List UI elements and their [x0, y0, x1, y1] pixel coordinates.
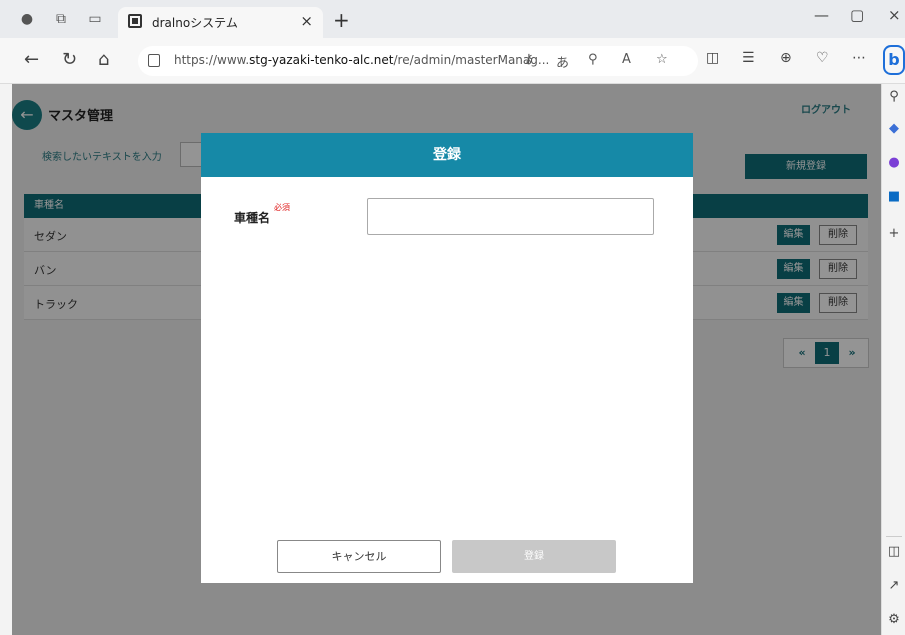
- tab-title: dralnoシステム: [152, 16, 238, 30]
- required-badge: 必須: [274, 203, 290, 212]
- favicon-icon: [128, 14, 142, 28]
- browser-tab-bar: ● ⧉ ▭ dralnoシステム × + — ▢ ×: [0, 0, 905, 38]
- tools-icon[interactable]: ●: [886, 155, 902, 171]
- url-bar[interactable]: https://www.stg-yazaki-tenko-alc.net/re/…: [138, 46, 698, 76]
- cancel-button[interactable]: キャンセル: [277, 540, 441, 573]
- zoom-icon[interactable]: ⚲: [588, 52, 598, 67]
- register-submit-button[interactable]: 登録: [452, 540, 616, 573]
- favorites-icon[interactable]: ☰: [742, 50, 755, 66]
- browser-essentials-icon[interactable]: ♡: [816, 50, 829, 66]
- address-toolbar: ← ↻ ⌂ https://www.stg-yazaki-tenko-alc.n…: [0, 38, 905, 84]
- back-arrow-icon[interactable]: ←: [24, 49, 39, 70]
- browser-tab[interactable]: dralnoシステム ×: [118, 7, 323, 38]
- lock-icon[interactable]: [148, 54, 160, 67]
- register-modal: 登録 車種名 必須 キャンセル 登録: [201, 133, 693, 583]
- translate-icon[interactable]: あ: [556, 52, 569, 71]
- more-menu-icon[interactable]: ⋯: [852, 50, 866, 66]
- read-aloud-icon[interactable]: A: [622, 52, 631, 67]
- add-sidebar-icon[interactable]: +: [886, 226, 902, 242]
- vehicle-type-label: 車種名: [234, 211, 271, 225]
- search-icon[interactable]: ⚲: [886, 89, 902, 105]
- vehicle-type-input[interactable]: [367, 198, 654, 235]
- minimize-icon[interactable]: —: [814, 6, 829, 24]
- settings-gear-icon[interactable]: ⚙: [886, 612, 902, 628]
- new-tab-icon[interactable]: +: [333, 8, 350, 32]
- shopping-tag-icon[interactable]: ◆: [886, 121, 902, 137]
- profile-icon[interactable]: ●: [18, 10, 36, 28]
- sidebar-toggle-icon[interactable]: ◫: [886, 544, 902, 560]
- tab-close-icon[interactable]: ×: [300, 12, 313, 30]
- url-text[interactable]: https://www.stg-yazaki-tenko-alc.net/re/…: [174, 53, 549, 67]
- sidebar-divider: [886, 536, 902, 537]
- modal-title: 登録: [201, 133, 693, 177]
- favorite-star-icon[interactable]: ☆: [656, 52, 668, 67]
- collections-icon[interactable]: ⊕: [780, 50, 792, 66]
- refresh-icon[interactable]: ↻: [62, 49, 77, 70]
- external-link-icon[interactable]: ↗: [886, 578, 902, 594]
- key-icon[interactable]: ⚷: [524, 52, 534, 67]
- maximize-icon[interactable]: ▢: [850, 6, 864, 24]
- split-screen-icon[interactable]: ◫: [706, 50, 719, 66]
- home-icon[interactable]: ⌂: [98, 49, 109, 70]
- browser-sidebar: ⚲ ◆ ● ■ + ◫ ↗ ⚙: [881, 84, 905, 635]
- bing-icon[interactable]: b: [883, 45, 905, 75]
- outlook-icon[interactable]: ■: [886, 189, 902, 205]
- window-close-icon[interactable]: ×: [888, 6, 901, 24]
- page-viewport: ← マスタ管理 ログアウト 検索したいテキストを入力 新規登録 車種名 セダン …: [12, 84, 881, 635]
- tab-actions-icon[interactable]: ▭: [86, 10, 104, 28]
- collections-tabs-icon[interactable]: ⧉: [52, 10, 70, 28]
